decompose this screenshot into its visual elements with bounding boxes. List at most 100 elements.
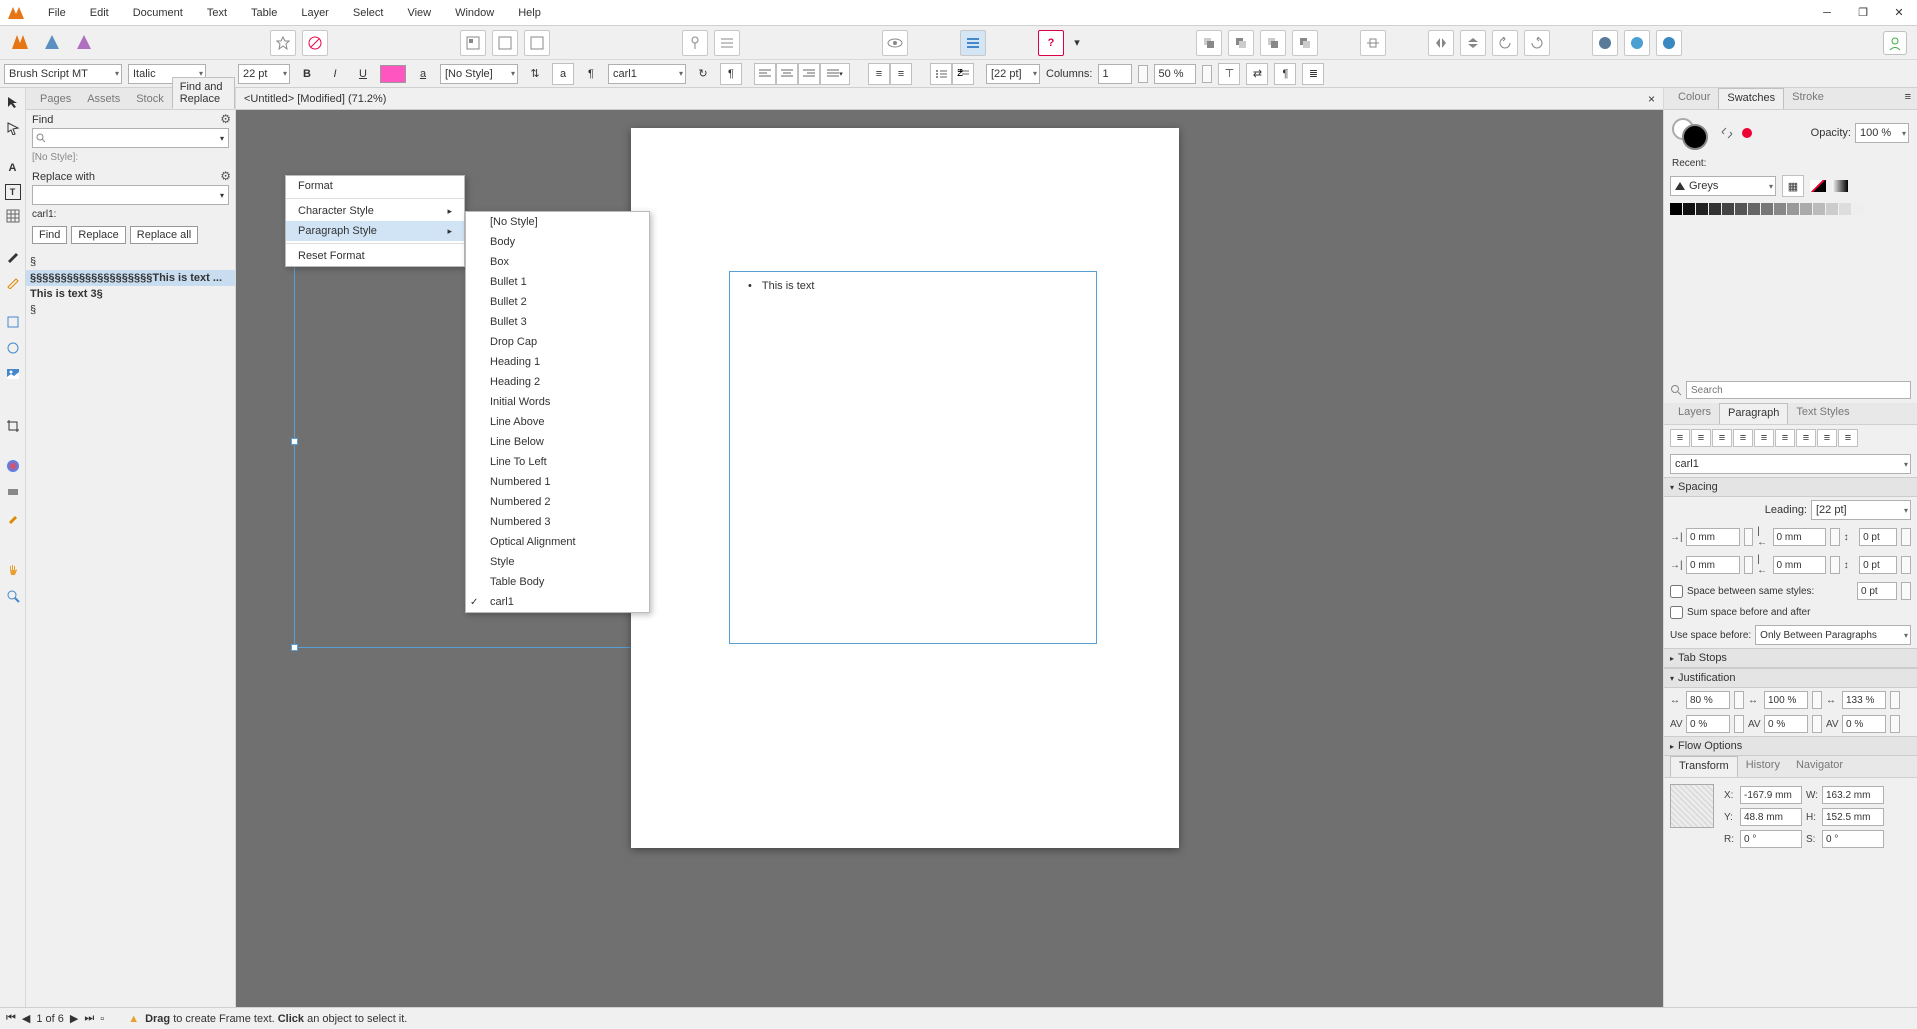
sum-space-checkbox[interactable] [1670,606,1683,619]
move-tool[interactable] [3,92,23,112]
des-word-input[interactable]: 100 % [1764,691,1808,709]
swatch[interactable] [1813,203,1825,215]
tb-flip-v[interactable] [1460,30,1486,56]
swatch[interactable] [1787,203,1799,215]
tb-rotate-cw[interactable] [1524,30,1550,56]
indent[interactable]: ≡ [890,63,912,85]
cm-style-item[interactable]: Optical Alignment [466,532,649,552]
menu-view[interactable]: View [395,3,443,23]
cm-style-item[interactable]: Numbered 3 [466,512,649,532]
tb-circle1[interactable] [1592,30,1618,56]
tb-arrange3[interactable] [1260,30,1286,56]
font-family-combo[interactable]: Brush Script MT▾ [4,64,122,84]
window-close[interactable]: ✕ [1881,0,1917,26]
tb-arrange1[interactable] [1196,30,1222,56]
align-center[interactable] [776,63,798,85]
first-line-input[interactable]: 0 mm [1686,556,1740,574]
cm-style-item[interactable]: Bullet 2 [466,292,649,312]
palette-combo[interactable]: Greys▾ [1670,176,1776,196]
indent-left-input[interactable]: 0 mm [1686,528,1740,546]
flow-section[interactable]: ▸Flow Options [1664,736,1917,756]
tb-preview[interactable] [882,30,908,56]
align-right[interactable] [798,63,820,85]
leading-combo[interactable]: [22 pt]▾ [986,64,1040,84]
swatch[interactable] [1735,203,1747,215]
artistic-text-tool[interactable]: A [3,158,23,178]
transform-s[interactable]: 0 ° [1822,830,1884,848]
cm-style-item[interactable]: Body [466,232,649,252]
crop-tool[interactable] [3,416,23,436]
find-button[interactable]: Find [32,226,67,244]
close-tab-icon[interactable]: × [1648,92,1655,106]
tb-preflight-dd[interactable]: ▾ [1070,30,1084,56]
cm-style-item[interactable]: Numbered 1 [466,472,649,492]
tb-align-para[interactable] [960,30,986,56]
hand-tool[interactable] [3,560,23,580]
bullet-list[interactable] [930,63,952,85]
swatch[interactable] [1852,203,1864,215]
bold-button[interactable]: B [296,63,318,85]
space-after-input[interactable]: 0 pt [1859,556,1897,574]
overprint-icon[interactable] [1742,128,1752,138]
same-styles-checkbox[interactable] [1670,585,1683,598]
swatch[interactable] [1696,203,1708,215]
tb-circle2[interactable] [1624,30,1650,56]
cm-style-item[interactable]: Heading 1 [466,352,649,372]
swatch[interactable] [1774,203,1786,215]
tab-swatches[interactable]: Swatches [1718,88,1784,109]
persona-designer[interactable] [38,28,66,56]
leading-combo2[interactable]: [22 pt]▾ [1811,500,1911,520]
swatch[interactable] [1800,203,1812,215]
first-page-icon[interactable]: ⏮ [6,1012,16,1025]
cm-style-item[interactable]: Drop Cap [466,332,649,352]
align-left[interactable] [754,63,776,85]
cm-style-item[interactable]: [No Style] [466,212,649,232]
transform-h[interactable]: 152.5 mm [1822,808,1884,826]
ellipse-tool[interactable] [3,338,23,358]
menu-window[interactable]: Window [443,3,506,23]
replace-gear-icon[interactable]: ⚙ [220,169,231,183]
hide-chars[interactable]: ¶ [1274,63,1296,85]
cm-style-item[interactable]: Line Above [466,412,649,432]
menu-select[interactable]: Select [341,3,396,23]
menu-text[interactable]: Text [195,3,239,23]
leading-button[interactable]: ⇅ [524,63,546,85]
tb-arrange4[interactable] [1292,30,1318,56]
cm-style-item-checked[interactable]: ✓carl1 [466,592,649,612]
des-letter-input[interactable]: 0 % [1764,715,1808,733]
space-before-input[interactable]: 0 pt [1859,528,1897,546]
underline-button[interactable]: U [352,63,374,85]
align-justify[interactable]: ▾ [820,63,850,85]
picture-frame-tool[interactable] [3,364,23,384]
tb-circle3[interactable] [1656,30,1682,56]
menu-help[interactable]: Help [506,3,553,23]
show-baseline[interactable]: ≣ [1302,63,1324,85]
replace-button[interactable]: Replace [71,226,125,244]
result-row[interactable]: § [26,254,235,270]
pen-tool[interactable] [3,246,23,266]
swatch[interactable] [1683,203,1695,215]
cm-para-style[interactable]: Paragraph Style▸ [286,221,464,241]
panel-menu-icon[interactable]: ≡ [1899,88,1917,109]
replace-input[interactable]: ▾ [32,185,229,205]
eyedropper-tool[interactable] [3,508,23,528]
tab-transform[interactable]: Transform [1670,756,1738,777]
pencil-tool[interactable] [3,272,23,292]
justification-section[interactable]: ▾Justification [1664,668,1917,688]
transform-anchor[interactable] [1670,784,1714,828]
persona-publisher[interactable] [6,28,34,56]
tb-rotate-ccw[interactable] [1492,30,1518,56]
columns-pct[interactable]: 50 % [1154,64,1196,84]
para-panel-button[interactable]: ¶ [580,63,602,85]
para-towards-spine[interactable]: ≡ [1817,429,1837,447]
tb-wrap3[interactable] [524,30,550,56]
para-align-right[interactable]: ≡ [1712,429,1732,447]
prev-page-icon[interactable]: ◀ [22,1012,30,1025]
min-letter-input[interactable]: 0 % [1686,715,1730,733]
para-away-spine[interactable]: ≡ [1838,429,1858,447]
shape-tool[interactable] [3,312,23,332]
cm-style-item[interactable]: Style [466,552,649,572]
window-maximize[interactable]: ❐ [1845,0,1881,26]
search-input[interactable] [1686,381,1911,399]
swatch[interactable] [1748,203,1760,215]
